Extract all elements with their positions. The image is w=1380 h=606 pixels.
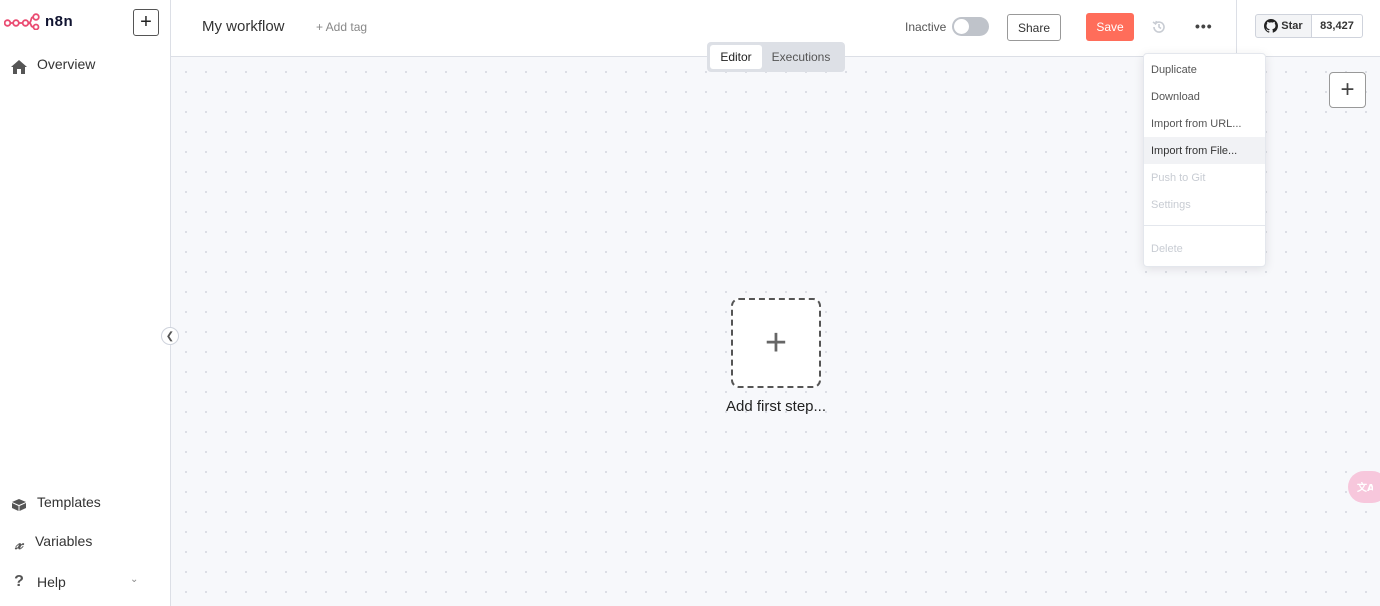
plus-icon: + xyxy=(140,11,152,33)
more-options-icon[interactable]: ••• xyxy=(1195,18,1213,34)
variable-icon: 𝓍 xyxy=(15,534,23,553)
new-workflow-button[interactable]: + xyxy=(133,9,159,36)
n8n-logo[interactable]: n8n xyxy=(4,12,73,30)
add-first-step-label: Add first step... xyxy=(725,398,827,415)
workflow-options-menu: Duplicate Download Import from URL... Im… xyxy=(1143,53,1266,267)
menu-item-delete: Delete xyxy=(1151,242,1183,255)
menu-item-import-file[interactable]: Import from File... xyxy=(1144,137,1265,164)
save-button[interactable]: Save xyxy=(1086,13,1134,41)
plus-icon: + xyxy=(764,321,788,364)
sidebar-item-variables[interactable]: 𝓍 Variables xyxy=(10,533,93,553)
add-node-button[interactable]: + xyxy=(1329,72,1366,108)
app-name: n8n xyxy=(45,12,74,30)
menu-item-settings: Settings xyxy=(1151,198,1191,211)
sidebar-item-label: Variables xyxy=(35,533,93,549)
menu-item-download[interactable]: Download xyxy=(1144,83,1265,110)
sidebar-item-overview[interactable]: Overview xyxy=(10,56,96,76)
divider xyxy=(1236,0,1237,57)
toggle-knob xyxy=(954,19,969,34)
tab-executions[interactable]: Executions xyxy=(762,45,840,69)
sidebar: n8n + Overview Templates 𝓍 Variables ? H… xyxy=(0,0,171,606)
active-status-label: Inactive xyxy=(905,20,947,34)
menu-item-duplicate[interactable]: Duplicate xyxy=(1144,56,1265,83)
tab-editor[interactable]: Editor xyxy=(710,45,762,69)
chevron-left-icon: ❮ xyxy=(165,330,175,342)
github-icon xyxy=(1264,19,1279,33)
collapse-sidebar-button[interactable]: ❮ xyxy=(161,327,179,345)
box-icon xyxy=(10,496,28,514)
github-star-count[interactable]: 83,427 xyxy=(1311,14,1363,38)
active-toggle[interactable] xyxy=(952,17,989,36)
menu-item-push-to-git: Push to Git xyxy=(1151,171,1206,184)
sidebar-item-label: Help xyxy=(37,574,66,590)
question-icon: ? xyxy=(14,573,24,590)
plus-icon: + xyxy=(1340,76,1355,103)
history-icon[interactable] xyxy=(1151,19,1167,35)
chevron-down-icon[interactable]: ⌄ xyxy=(130,574,138,585)
github-star-label: Star xyxy=(1281,20,1303,32)
workflow-name[interactable]: My workflow xyxy=(202,18,285,35)
translate-icon[interactable]: 文A xyxy=(1348,471,1380,503)
menu-divider xyxy=(1144,225,1265,226)
share-button[interactable]: Share xyxy=(1007,14,1061,41)
n8n-logo-icon xyxy=(4,13,40,30)
sidebar-item-label: Templates xyxy=(37,494,101,510)
sidebar-item-label: Overview xyxy=(37,56,96,72)
add-tag-button[interactable]: + Add tag xyxy=(316,20,367,34)
sidebar-item-help[interactable]: ? Help xyxy=(10,573,66,591)
mode-switch: Editor Executions xyxy=(707,42,845,72)
github-star-button[interactable]: Star xyxy=(1255,14,1312,38)
menu-item-import-url[interactable]: Import from URL... xyxy=(1144,110,1265,137)
add-first-step-button[interactable]: + xyxy=(731,298,821,388)
home-icon xyxy=(10,58,28,76)
sidebar-item-templates[interactable]: Templates xyxy=(10,494,101,514)
svg-text:文A: 文A xyxy=(1357,481,1373,494)
